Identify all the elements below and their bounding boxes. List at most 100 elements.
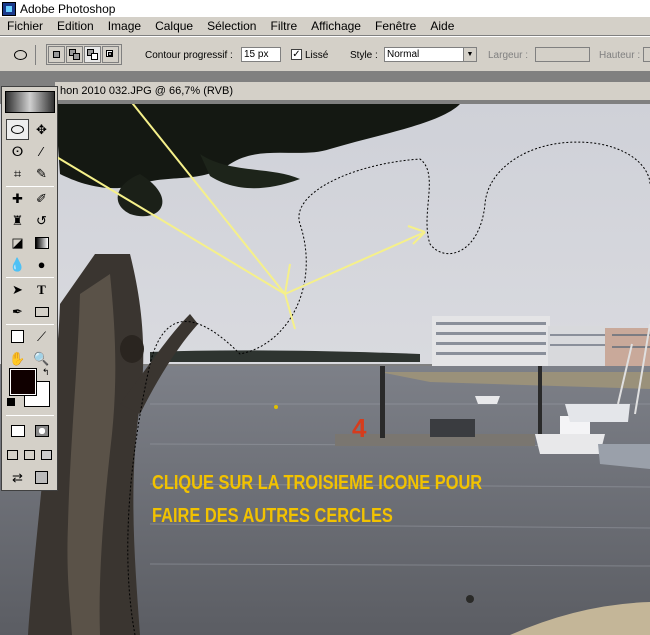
drop-icon: 💧 [9, 256, 26, 272]
menu-calque[interactable]: Calque [148, 19, 200, 33]
subtract-from-selection-button[interactable] [84, 46, 101, 63]
antialias-checkbox[interactable]: ✓ [291, 49, 302, 60]
height-label: Hauteur : [599, 50, 641, 61]
stamp-icon: ♜ [11, 212, 24, 228]
gradient-icon [34, 236, 49, 249]
history-brush-tool[interactable]: ↺ [30, 210, 53, 231]
screen-mode-icon [41, 449, 52, 460]
intersect-selection-button[interactable] [102, 46, 119, 63]
add-to-selection-button[interactable] [66, 46, 83, 63]
type-tool[interactable]: T [30, 279, 53, 300]
slice-icon: ✎ [36, 165, 47, 181]
toolbox-divider [6, 324, 54, 325]
jump-to-imageready-button[interactable]: ⇄ [6, 467, 29, 488]
style-value: Normal [387, 49, 420, 60]
toolbox-header[interactable] [5, 91, 55, 113]
default-colors-icon[interactable] [7, 398, 15, 406]
notes-tool[interactable] [6, 326, 29, 347]
feather-label: Contour progressif : [145, 50, 233, 61]
move-tool[interactable]: ✥ [30, 119, 53, 140]
menu-fenetre[interactable]: Fenêtre [368, 19, 423, 33]
antialias-label: Lissé [305, 50, 329, 61]
hand-icon: ✋ [9, 350, 26, 366]
crop-tool[interactable]: ⌗ [6, 163, 29, 184]
brush-tool[interactable]: ✐ [30, 188, 53, 209]
screen-mode-icon [24, 449, 35, 460]
menu-selection[interactable]: Sélection [200, 19, 263, 33]
style-select[interactable]: Normal ▼ [384, 47, 477, 62]
clone-stamp-tool[interactable]: ♜ [6, 210, 29, 231]
dodge-tool[interactable]: ● [30, 254, 53, 275]
feather-input[interactable]: 15 px [241, 47, 281, 62]
menu-edition[interactable]: Edition [50, 19, 101, 33]
swap-colors-icon[interactable]: ↰ [42, 367, 50, 378]
imageready-icon: ⇄ [12, 469, 23, 485]
brush-icon: ✐ [36, 190, 47, 206]
menu-bar: Fichier Edition Image Calque Sélection F… [0, 17, 650, 36]
document-title-bar: hon 2010 032.JPG @ 66,7% (RVB) [55, 82, 650, 100]
toolbox-panel: ✥ ⵙ ⁄ ⌗ ✎ ✚ ✐ ♜ ↺ ◪ 💧 ● ➤ T ✒ ⟋ ✋ 🔍 ↰ ⇄ [1, 86, 58, 491]
rectangle-tool[interactable] [30, 301, 53, 322]
zoom-icon: 🔍 [33, 350, 50, 366]
ellipse-marquee-tool[interactable] [6, 119, 29, 140]
lasso-icon: ⵙ [11, 143, 24, 159]
eyedropper-tool[interactable]: ⟋ [30, 326, 53, 347]
crop-icon: ⌗ [13, 165, 22, 181]
current-tool-preset-button[interactable] [6, 45, 36, 65]
ellipse-marquee-icon [11, 125, 24, 134]
toolbox-divider [6, 415, 54, 416]
menu-fichier[interactable]: Fichier [0, 19, 50, 33]
standard-screen-button[interactable] [4, 444, 21, 465]
pen-icon: ✒ [12, 303, 23, 319]
width-input[interactable] [535, 47, 590, 62]
eraser-icon: ◪ [11, 234, 24, 250]
document-title: hon 2010 032.JPG @ 66,7% (RVB) [60, 85, 234, 97]
lasso-tool[interactable]: ⵙ [6, 141, 29, 162]
style-label: Style : [350, 50, 378, 61]
chevron-down-icon: ▼ [463, 48, 476, 61]
standard-mode-icon [10, 424, 25, 437]
pen-tool[interactable]: ✒ [6, 301, 29, 322]
quick-mask-button[interactable] [30, 420, 53, 441]
menu-aide[interactable]: Aide [423, 19, 461, 33]
new-selection-button[interactable] [48, 46, 65, 63]
menu-affichage[interactable]: Affichage [304, 19, 368, 33]
eyedropper-icon: ⟋ [36, 328, 47, 344]
gradient-tool[interactable] [30, 232, 53, 253]
window-title: Adobe Photoshop [20, 1, 116, 16]
width-label: Largeur : [488, 50, 529, 61]
preview-icon [35, 471, 48, 484]
healing-brush-tool[interactable]: ✚ [6, 188, 29, 209]
eraser-tool[interactable]: ◪ [6, 232, 29, 253]
annotation-line-2: FAIRE DES AUTRES CERCLES [152, 505, 393, 527]
photo-scene: 4 [0, 104, 650, 635]
full-screen-button[interactable] [38, 444, 55, 465]
boat-number: 4 [352, 413, 367, 443]
imageready-preview-button[interactable] [30, 467, 53, 488]
bandage-icon: ✚ [12, 190, 23, 206]
path-selection-tool[interactable]: ➤ [6, 279, 29, 300]
slice-tool[interactable]: ✎ [30, 163, 53, 184]
annotation-line-1: CLIQUE SUR LA TROISIEME ICONE POUR [152, 472, 483, 494]
photoshop-app-icon [2, 1, 16, 16]
height-input[interactable] [643, 47, 650, 62]
foreground-color-swatch[interactable] [9, 368, 37, 396]
screen-mode-icon [7, 449, 18, 460]
title-bar: Adobe Photoshop [0, 0, 650, 17]
blur-tool[interactable]: 💧 [6, 254, 29, 275]
quick-mask-icon [34, 424, 49, 437]
magic-wand-tool[interactable]: ⁄ [30, 141, 53, 162]
standard-mode-button[interactable] [6, 420, 29, 441]
selection-mode-group [46, 44, 122, 65]
menu-filtre[interactable]: Filtre [263, 19, 304, 33]
zoom-tool[interactable]: 🔍 [30, 348, 53, 369]
text-icon: T [37, 281, 46, 297]
hand-tool[interactable]: ✋ [6, 348, 29, 369]
dodge-icon: ● [37, 257, 46, 272]
menu-image[interactable]: Image [101, 19, 148, 33]
full-screen-menu-button[interactable] [21, 444, 38, 465]
document-canvas[interactable]: 4 [0, 104, 650, 635]
magic-wand-icon: ⁄ [40, 144, 43, 159]
rectangle-icon [34, 306, 49, 317]
toolbox-divider [6, 277, 54, 278]
